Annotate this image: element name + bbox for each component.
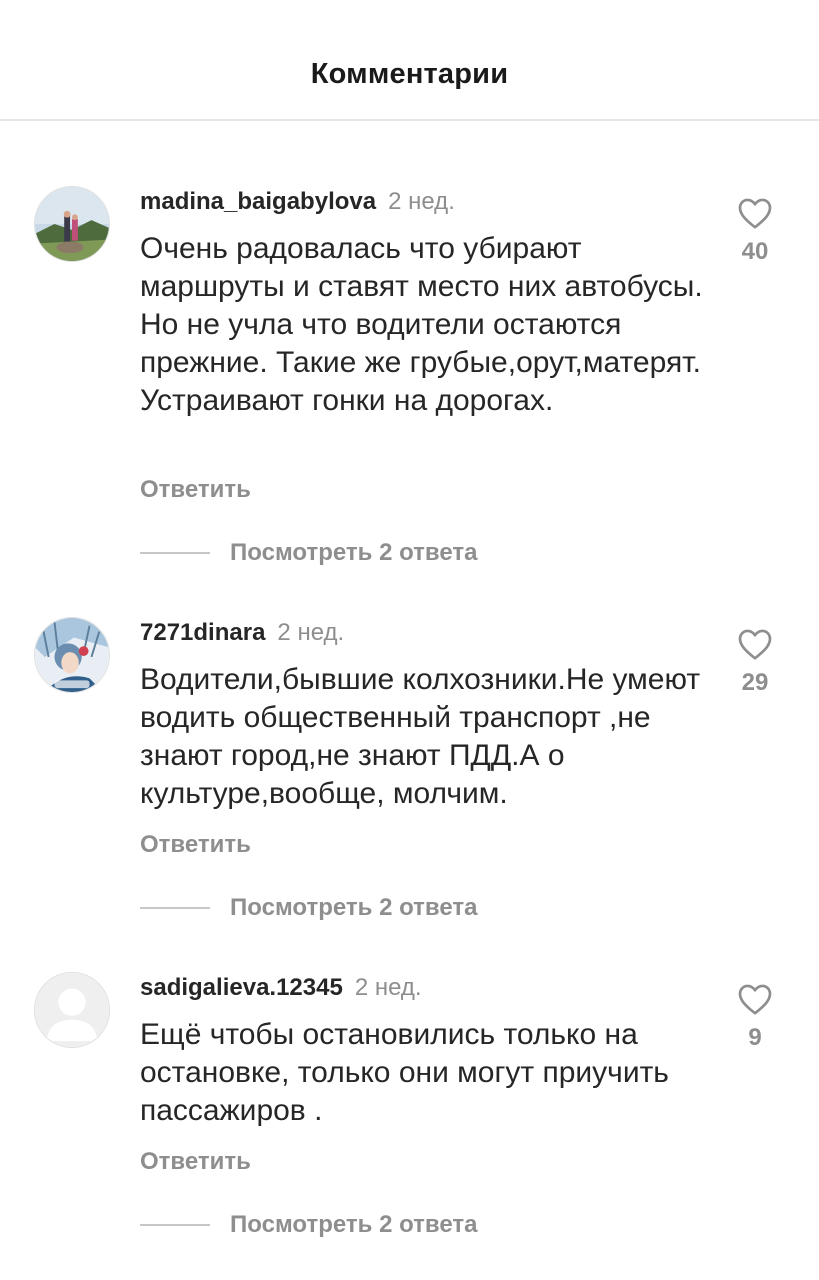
timestamp: 2 нед. (388, 188, 455, 215)
view-replies-label: Посмотреть 2 ответа (230, 539, 478, 566)
heart-icon (738, 629, 772, 660)
view-replies-button[interactable]: Посмотреть 2 ответа (140, 1210, 477, 1240)
default-user-avatar-icon (35, 973, 109, 1047)
comment-meta: madina_baigabylova 2 нед. (140, 188, 455, 216)
comment-text: Ещё чтобы остановились только на останов… (140, 1018, 669, 1127)
comment-meta: sadigalieva.12345 2 нед. (140, 974, 422, 1002)
username[interactable]: madina_baigabylova (140, 188, 376, 215)
username[interactable]: 7271dinara (140, 619, 265, 646)
divider-line (140, 907, 210, 909)
reply-button[interactable]: Ответить (140, 831, 251, 859)
timestamp: 2 нед. (277, 619, 345, 646)
comments-header: Комментарии (0, 0, 819, 121)
timestamp: 2 нед. (354, 974, 422, 1001)
like-button[interactable]: 29 (730, 627, 780, 697)
username[interactable]: sadigalieva.12345 (140, 974, 343, 1001)
comment-text: Очень радовалась что убирают маршруты и … (140, 232, 703, 417)
avatar[interactable] (34, 186, 110, 262)
view-replies-button[interactable]: Посмотреть 2 ответа (140, 893, 477, 923)
view-replies-button[interactable]: Посмотреть 2 ответа (140, 538, 477, 568)
comment-meta: 7271dinara 2 нед. (140, 619, 344, 647)
reply-button[interactable]: Ответить (140, 476, 251, 504)
avatar[interactable] (34, 972, 110, 1048)
heart-icon (738, 984, 772, 1015)
like-count: 29 (741, 669, 769, 696)
heart-icon (738, 198, 772, 229)
landscape-photo-avatar-icon (35, 187, 109, 261)
view-replies-label: Посмотреть 2 ответа (230, 1211, 478, 1238)
divider-line (140, 1224, 210, 1226)
like-button[interactable]: 40 (730, 196, 780, 266)
comment-text: Водители,бывшие колхозники.Не умеют води… (140, 663, 701, 810)
like-count: 40 (741, 238, 769, 265)
like-button[interactable]: 9 (730, 982, 780, 1052)
illustration-avatar-icon (35, 618, 109, 692)
avatar[interactable] (34, 617, 110, 693)
view-replies-label: Посмотреть 2 ответа (230, 894, 478, 921)
like-count: 9 (748, 1024, 762, 1051)
page-title: Комментарии (310, 58, 509, 90)
reply-button[interactable]: Ответить (140, 1148, 251, 1176)
divider-line (140, 552, 210, 554)
